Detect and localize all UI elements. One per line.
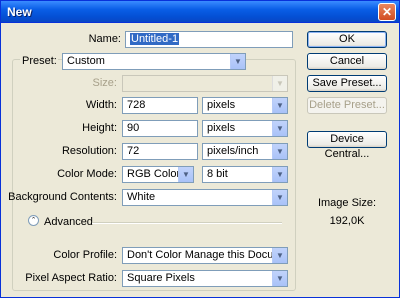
pixel-aspect-ratio-select[interactable]: Square Pixels ▼: [122, 270, 288, 287]
resolution-label: Resolution:: [61, 145, 117, 157]
title-bar[interactable]: New ✕: [1, 1, 399, 23]
resolution-input[interactable]: 72: [122, 143, 198, 160]
width-label: Width:: [85, 99, 117, 111]
background-contents-value: White: [127, 191, 156, 203]
chevron-down-icon: ▼: [272, 271, 287, 286]
window-title: New: [7, 5, 32, 19]
pixel-aspect-ratio-label: Pixel Aspect Ratio:: [25, 272, 117, 284]
height-unit-value: pixels: [207, 122, 236, 134]
image-size-label: Image Size:: [317, 197, 377, 209]
resolution-unit-select[interactable]: pixels/inch ▼: [202, 143, 288, 160]
advanced-divider: [92, 222, 282, 224]
color-profile-label: Color Profile:: [53, 249, 117, 261]
width-value: 728: [127, 99, 146, 111]
advanced-label[interactable]: Advanced: [44, 216, 93, 228]
dialog-content: Name: Untitled-1 Preset: Custom ▼ Size: …: [4, 24, 396, 296]
background-contents-label: Background Contents:: [8, 191, 117, 203]
cancel-button[interactable]: Cancel: [307, 53, 387, 70]
width-input[interactable]: 728: [122, 97, 198, 114]
image-size-value: 192,0K: [329, 215, 365, 227]
name-field[interactable]: Untitled-1: [125, 31, 293, 48]
chevron-down-icon: ▼: [272, 167, 287, 182]
preset-label: Preset:: [20, 55, 58, 67]
height-input[interactable]: 90: [122, 120, 198, 137]
color-profile-select[interactable]: Don't Color Manage this Document ▼: [122, 247, 288, 264]
preset-select[interactable]: Custom ▼: [62, 53, 246, 70]
chevron-down-icon: ▼: [272, 144, 287, 159]
preset-value: Custom: [67, 55, 105, 67]
color-mode-value: RGB Color: [127, 168, 181, 180]
delete-preset-button[interactable]: Delete Preset...: [307, 97, 387, 114]
chevron-down-icon: ▼: [272, 248, 287, 263]
chevron-down-icon: ▼: [272, 121, 287, 136]
height-unit-select[interactable]: pixels ▼: [202, 120, 288, 137]
chevron-down-icon: ▼: [272, 190, 287, 205]
chevron-down-icon: ▼: [230, 54, 245, 69]
size-select[interactable]: ▼: [122, 75, 288, 92]
ok-button[interactable]: OK: [307, 31, 387, 48]
bit-depth-value: 8 bit: [207, 168, 228, 180]
advanced-toggle-icon[interactable]: ⌃: [28, 215, 39, 226]
width-unit-value: pixels: [207, 99, 236, 111]
height-value: 90: [127, 122, 140, 134]
chevron-down-icon: ▼: [178, 167, 193, 182]
new-document-dialog: New ✕ Name: Untitled-1 Preset: Custom ▼ …: [0, 0, 400, 298]
pixel-aspect-ratio-value: Square Pixels: [127, 272, 195, 284]
chevron-down-icon: ▼: [272, 76, 287, 91]
color-mode-label: Color Mode:: [57, 168, 117, 180]
resolution-value: 72: [127, 145, 140, 157]
width-unit-select[interactable]: pixels ▼: [202, 97, 288, 114]
bit-depth-select[interactable]: 8 bit ▼: [202, 166, 288, 183]
height-label: Height:: [82, 122, 117, 134]
color-profile-value: Don't Color Manage this Document: [127, 249, 288, 261]
name-value: Untitled-1: [130, 33, 180, 45]
device-central-button[interactable]: Device Central...: [307, 131, 387, 160]
size-label: Size:: [92, 77, 117, 89]
save-preset-button[interactable]: Save Preset...: [307, 75, 387, 92]
name-label: Name:: [88, 33, 121, 45]
resolution-unit-value: pixels/inch: [207, 145, 259, 157]
color-mode-select[interactable]: RGB Color ▼: [122, 166, 194, 183]
chevron-down-icon: ▼: [272, 98, 287, 113]
background-contents-select[interactable]: White ▼: [122, 189, 288, 206]
close-icon[interactable]: ✕: [378, 3, 396, 21]
